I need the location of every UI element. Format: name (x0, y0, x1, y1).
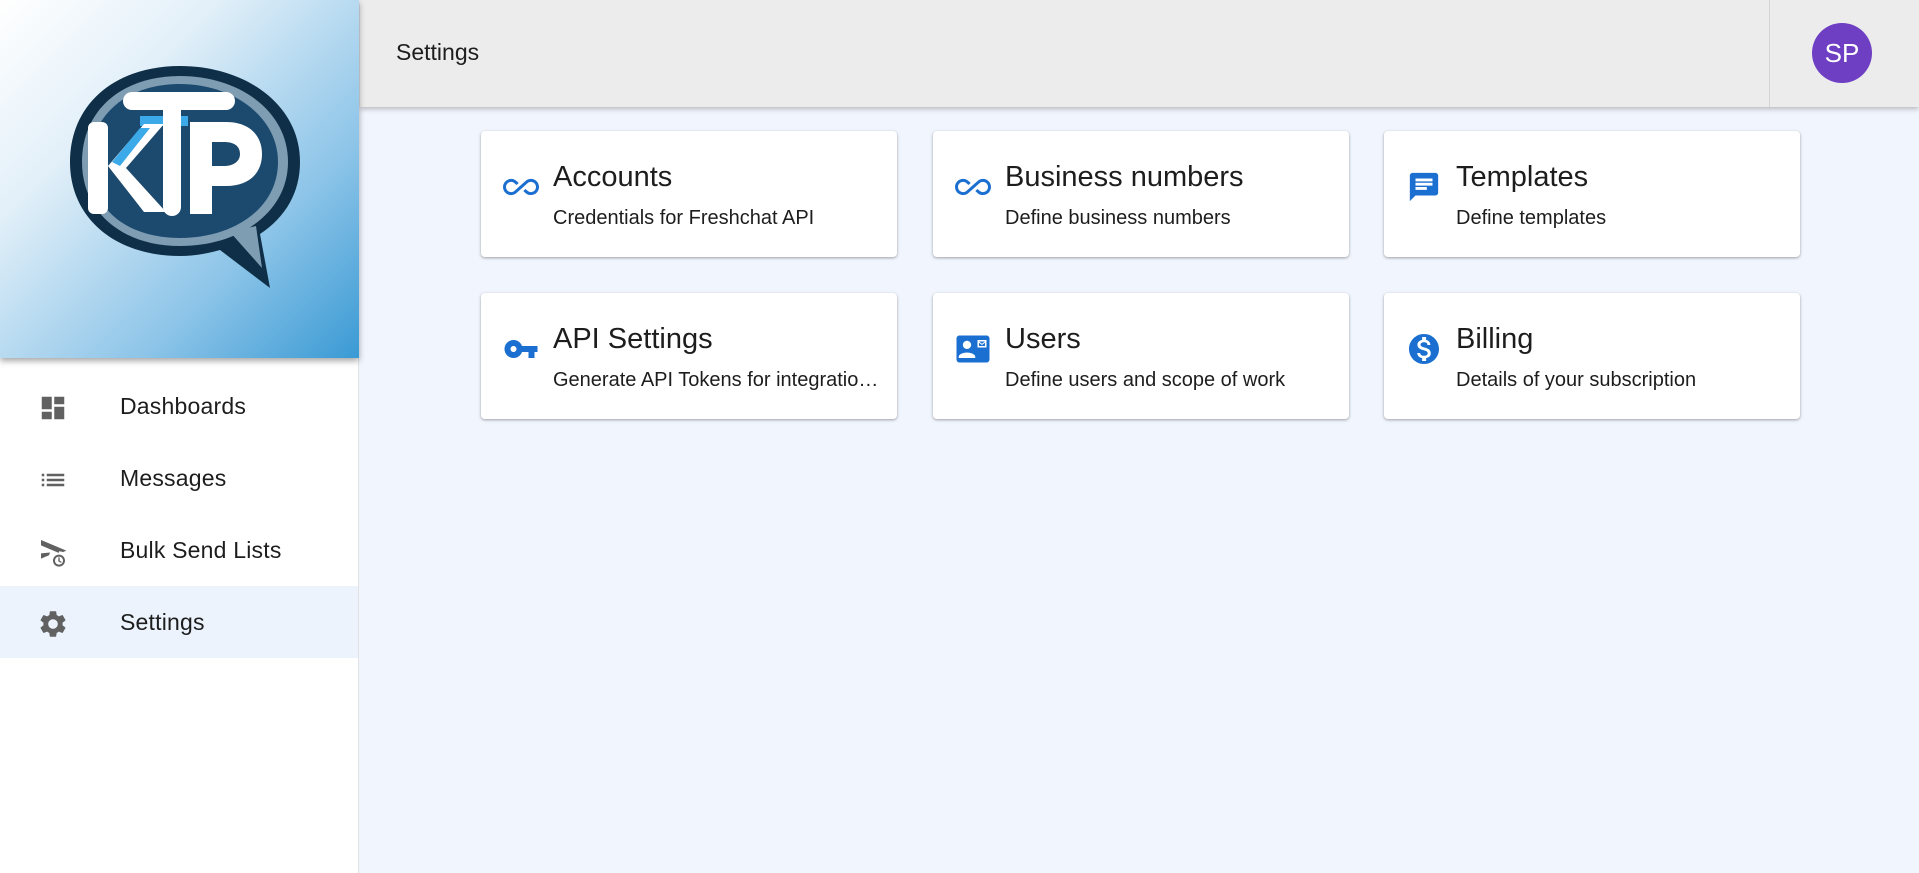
logo[interactable] (0, 0, 359, 358)
card-title: Billing (1456, 323, 1534, 355)
schedule-send-icon (37, 536, 69, 568)
sidebar-item-dashboards[interactable]: Dashboards (0, 370, 358, 442)
templates-card[interactable]: Templates Define templates (1384, 131, 1800, 257)
card-title: API Settings (553, 323, 713, 355)
list-icon (37, 464, 69, 496)
business-numbers-card[interactable]: Business numbers Define business numbers (933, 131, 1349, 257)
sidebar-item-label: Settings (120, 609, 205, 635)
card-title: Accounts (553, 161, 673, 193)
sidebar-item-label: Messages (120, 465, 227, 491)
page-title: Settings (396, 39, 480, 65)
sidebar-item-label: Bulk Send Lists (120, 537, 282, 563)
api-settings-card[interactable]: API Settings Generate API Tokens for int… (481, 293, 897, 419)
card-description: Details of your subscription (1456, 369, 1697, 391)
sidebar-item-settings[interactable]: Settings (0, 586, 358, 658)
infinity-icon (503, 169, 539, 205)
card-description: Define templates (1456, 207, 1607, 229)
chat-bubble-icon (1406, 169, 1442, 205)
dollar-circle-icon (1406, 331, 1442, 367)
contact-card-icon (955, 331, 991, 367)
card-description: Define users and scope of work (1005, 369, 1286, 391)
sidebar-item-messages[interactable]: Messages (0, 442, 358, 514)
card-description: Define business numbers (1005, 207, 1231, 229)
card-description: Generate API Tokens for integrations (553, 369, 879, 391)
card-title: Users (1005, 323, 1081, 355)
infinity-icon (955, 169, 991, 205)
ktp-logo-icon (70, 66, 300, 288)
accounts-card[interactable]: Accounts Credentials for Freshchat API (481, 131, 897, 257)
card-title: Business numbers (1005, 161, 1244, 193)
sidebar-nav: Dashboards Messages Bulk Send Lists Sett… (0, 370, 358, 658)
sidebar-item-bulk-send-lists[interactable]: Bulk Send Lists (0, 514, 358, 586)
gear-icon (37, 608, 69, 640)
sidebar: Dashboards Messages Bulk Send Lists Sett… (0, 0, 359, 873)
billing-card[interactable]: Billing Details of your subscription (1384, 293, 1800, 419)
top-bar: Settings SP (360, 0, 1919, 107)
card-title: Templates (1456, 161, 1589, 193)
key-icon (503, 331, 539, 367)
sidebar-item-label: Dashboards (120, 393, 247, 419)
dashboard-icon (37, 392, 69, 424)
app-root: Dashboards Messages Bulk Send Lists Sett… (0, 0, 1919, 873)
avatar[interactable]: SP (1812, 23, 1872, 83)
header-divider (1769, 0, 1770, 107)
users-card[interactable]: Users Define users and scope of work (933, 293, 1349, 419)
card-description: Credentials for Freshchat API (553, 207, 815, 229)
